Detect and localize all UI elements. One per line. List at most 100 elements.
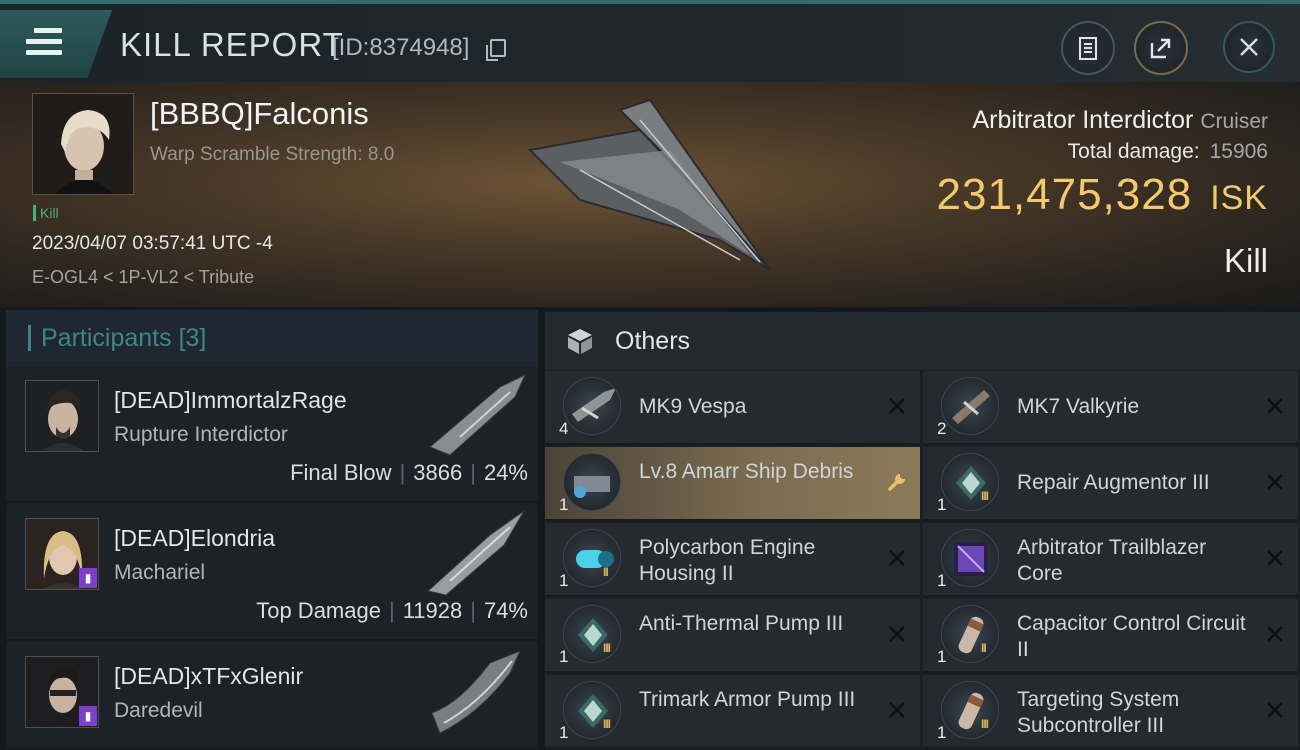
item-name: MK9 Vespa bbox=[639, 395, 747, 418]
core-icon bbox=[941, 529, 999, 587]
module-icon bbox=[563, 681, 621, 739]
item-name: Arbitrator Trailblazer Core bbox=[1017, 536, 1207, 585]
loot-item[interactable]: 2 MK7 Valkyrie bbox=[923, 371, 1298, 445]
participant-damage: 3866 bbox=[413, 460, 463, 485]
participant-role: Top Damage bbox=[256, 598, 381, 623]
participant-name: [DEAD]Elondria bbox=[114, 525, 276, 551]
loot-item[interactable]: III 1 Repair Augmentor III bbox=[923, 447, 1298, 521]
close-icon bbox=[1240, 38, 1258, 56]
kill-timestamp: 2023/04/07 03:57:41 UTC -4 bbox=[32, 233, 273, 254]
item-name: MK7 Valkyrie bbox=[1017, 395, 1140, 418]
participants-panel: Participants [3] [DEAD]ImmortalzRage Rup… bbox=[6, 310, 538, 750]
item-quantity: 2 bbox=[937, 419, 947, 438]
participant-badge: ▮ bbox=[79, 706, 97, 726]
kill-location: E-OGL4 < 1P-VL2 < Tribute bbox=[32, 267, 255, 287]
participants-title: Participants [3] bbox=[28, 323, 207, 352]
loot-item[interactable]: III 1 Anti-Thermal Pump III bbox=[545, 599, 920, 673]
participant-row[interactable]: ▮ [DEAD]xTFxGlenir Daredevil bbox=[6, 643, 538, 750]
participant-name: [DEAD]xTFxGlenir bbox=[114, 663, 304, 689]
participant-percent: 24% bbox=[483, 460, 528, 485]
victim-banner: [BBBQ]Falconis Warp Scramble Strength: 8… bbox=[0, 82, 1300, 307]
x-icon[interactable] bbox=[886, 699, 908, 721]
drone-icon bbox=[941, 377, 999, 435]
item-quantity: 1 bbox=[937, 571, 947, 590]
victim-ship: Arbitrator Interdictor Cruiser bbox=[972, 106, 1268, 135]
participant-avatar[interactable]: ▮ bbox=[25, 656, 99, 728]
item-quantity: 1 bbox=[559, 571, 569, 590]
menu-button[interactable] bbox=[0, 10, 112, 78]
item-quantity: 1 bbox=[937, 495, 947, 514]
item-name: Lv.8 Amarr Ship Debris bbox=[639, 460, 854, 483]
participant-ship: Machariel bbox=[114, 561, 206, 584]
item-name: Anti-Thermal Pump III bbox=[639, 612, 844, 635]
x-icon[interactable] bbox=[886, 623, 908, 645]
participant-stats: Final Blow | 3866 | 24% bbox=[290, 460, 528, 485]
copy-icon[interactable] bbox=[486, 39, 506, 61]
clipboard-icon bbox=[1079, 37, 1097, 60]
participant-row[interactable]: [DEAD]ImmortalzRage Rupture Interdictor … bbox=[6, 367, 538, 503]
participant-avatar[interactable]: ▮ bbox=[25, 518, 99, 590]
clipboard-button[interactable] bbox=[1061, 21, 1115, 75]
participant-badge: ▮ bbox=[79, 568, 97, 588]
participant-ship: Daredevil bbox=[114, 699, 203, 722]
item-quantity: 1 bbox=[559, 723, 569, 742]
x-icon[interactable] bbox=[1264, 471, 1286, 493]
item-quantity: 1 bbox=[937, 723, 947, 742]
module-icon bbox=[563, 605, 621, 663]
participant-stats: Top Damage | 11928 | 74% bbox=[256, 598, 528, 623]
item-name: Targeting System Subcontroller III bbox=[1017, 688, 1180, 737]
cube-icon bbox=[568, 329, 592, 354]
drone-icon bbox=[563, 377, 621, 435]
isk-value: 231,475,328 ISK bbox=[937, 170, 1269, 220]
participant-ship-image bbox=[426, 510, 525, 596]
participant-ship: Rupture Interdictor bbox=[114, 423, 288, 446]
item-quantity: 1 bbox=[559, 495, 569, 514]
item-name: Repair Augmentor III bbox=[1017, 471, 1210, 494]
participant-percent: 74% bbox=[483, 598, 528, 623]
hamburger-icon bbox=[26, 28, 62, 56]
total-damage-label: Total damage: bbox=[1067, 140, 1200, 163]
participants-count: [3] bbox=[178, 323, 207, 352]
loot-item[interactable]: II 1 Polycarbon Engine Housing II bbox=[545, 523, 920, 597]
loot-item-selected[interactable]: 1 Lv.8 Amarr Ship Debris bbox=[545, 447, 920, 521]
item-quantity: 1 bbox=[559, 647, 569, 666]
share-button[interactable] bbox=[1134, 21, 1188, 75]
victim-ship-image bbox=[527, 98, 771, 271]
item-quantity: 1 bbox=[937, 647, 947, 666]
victim-name: [BBBQ]Falconis bbox=[150, 96, 369, 131]
victim-avatar[interactable] bbox=[32, 93, 134, 195]
participant-ship-image bbox=[431, 650, 521, 734]
total-damage-value: 15906 bbox=[1209, 140, 1268, 163]
wrench-icon[interactable] bbox=[886, 471, 908, 493]
kill-tag: Kill bbox=[33, 205, 59, 221]
ship-name: Arbitrator Interdictor bbox=[972, 106, 1194, 134]
participant-avatar[interactable] bbox=[25, 380, 99, 452]
item-name: Trimark Armor Pump III bbox=[639, 688, 856, 711]
loot-item[interactable]: III 1 Targeting System Subcontroller III bbox=[923, 675, 1298, 749]
x-icon[interactable] bbox=[1264, 623, 1286, 645]
x-icon[interactable] bbox=[886, 395, 908, 417]
engine-icon bbox=[563, 529, 621, 587]
share-icon bbox=[1150, 38, 1171, 59]
capacitor-icon bbox=[941, 605, 999, 663]
others-panel: Others 4 MK9 Vespa 2 MK7 Valkyrie 1 Lv.8… bbox=[545, 312, 1300, 750]
module-icon bbox=[941, 453, 999, 511]
item-quantity: 4 bbox=[559, 419, 569, 438]
x-icon[interactable] bbox=[1264, 547, 1286, 569]
x-icon[interactable] bbox=[1264, 395, 1286, 417]
others-header: Others bbox=[545, 312, 1300, 370]
participant-row[interactable]: ▮ [DEAD]Elondria Machariel Top Damage | 11… bbox=[6, 505, 538, 641]
x-icon[interactable] bbox=[886, 547, 908, 569]
close-button[interactable] bbox=[1223, 21, 1275, 73]
capacitor-icon bbox=[941, 681, 999, 739]
loot-item[interactable]: III 1 Trimark Armor Pump III bbox=[545, 675, 920, 749]
loot-item[interactable]: 1 Arbitrator Trailblazer Core bbox=[923, 523, 1298, 597]
x-icon[interactable] bbox=[1264, 699, 1286, 721]
loot-item[interactable]: II 1 Capacitor Control Circuit II bbox=[923, 599, 1298, 673]
participant-ship-image bbox=[429, 373, 527, 456]
loot-item[interactable]: 4 MK9 Vespa bbox=[545, 371, 920, 445]
isk-unit: ISK bbox=[1210, 179, 1268, 217]
page-title: KILL REPORT bbox=[120, 26, 344, 63]
item-name: Polycarbon Engine Housing II bbox=[639, 536, 816, 585]
item-name: Capacitor Control Circuit II bbox=[1017, 612, 1246, 661]
